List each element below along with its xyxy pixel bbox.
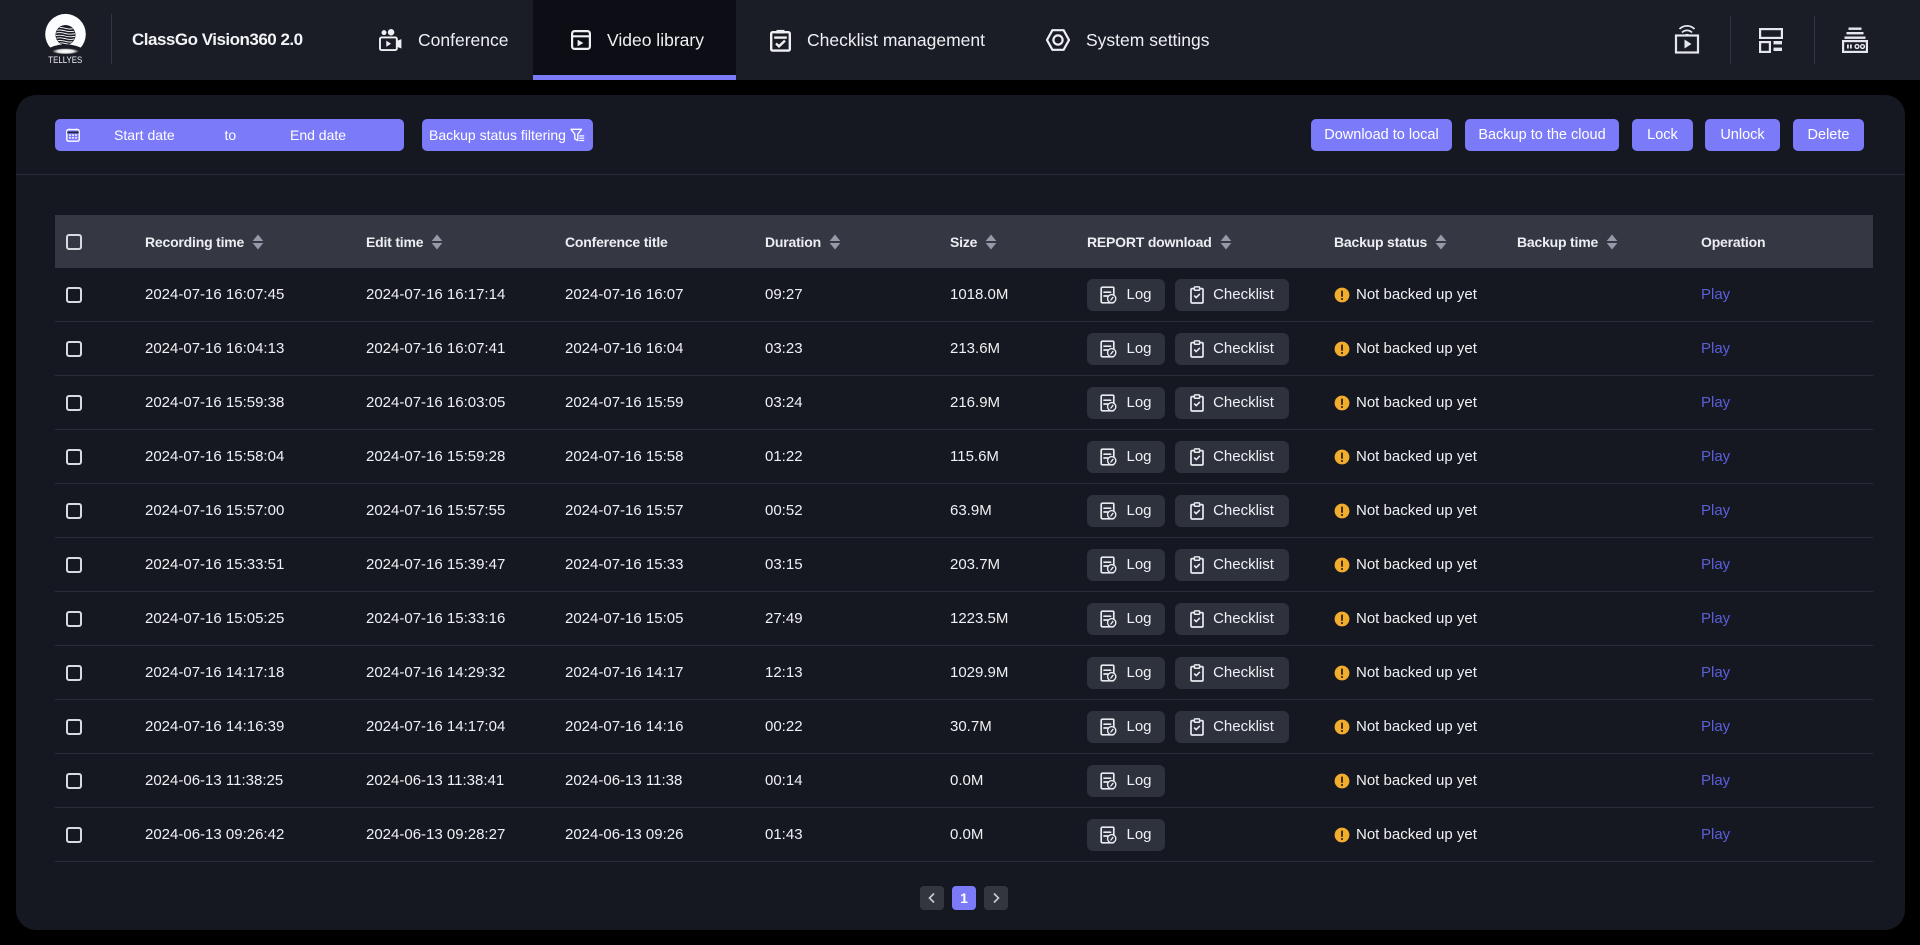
svg-text:TELLYES: TELLYES [48,55,82,65]
